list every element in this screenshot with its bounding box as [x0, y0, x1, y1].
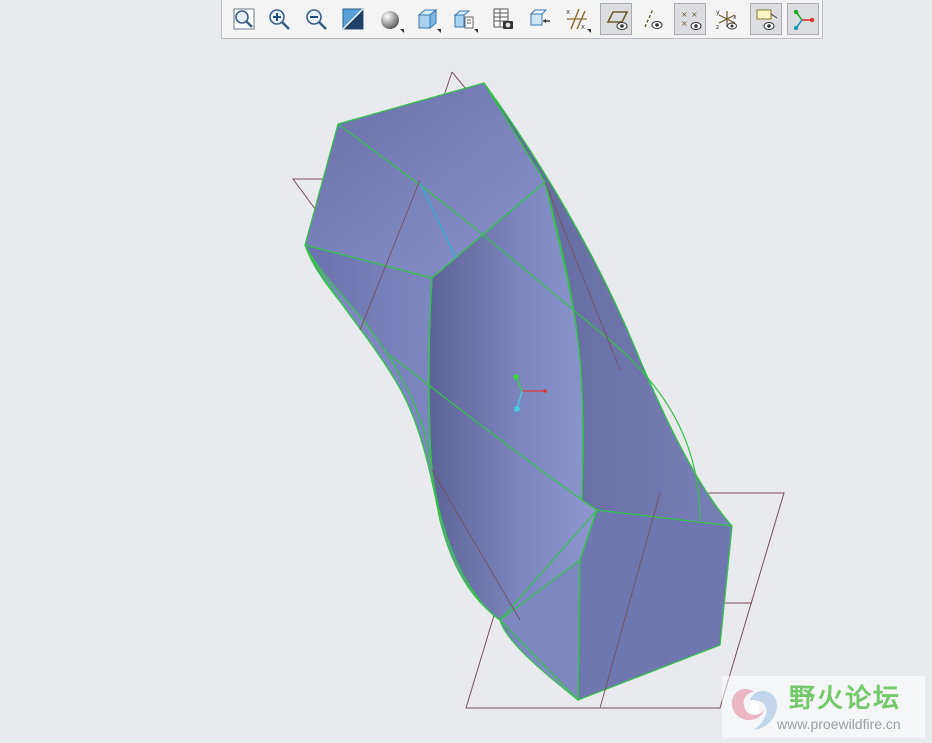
plane-display-icon: [606, 11, 629, 30]
view-toolbar: x x × × × y x z: [221, 0, 823, 39]
svg-text:×: ×: [691, 10, 698, 19]
watermark-logo-icon: [731, 688, 777, 730]
annotation-display-toggle[interactable]: [750, 3, 782, 35]
watermark-site-name: 野火论坛: [789, 684, 902, 714]
watermark-url: www.proewildfire.cn: [777, 716, 901, 732]
csys-display-toggle[interactable]: y x z: [711, 3, 743, 35]
model-viewport[interactable]: [0, 40, 932, 743]
repaint-icon: [342, 8, 364, 30]
svg-text:x: x: [733, 14, 737, 21]
spin-center-icon: [529, 9, 550, 26]
axis-display-icon: [644, 8, 663, 29]
spin-center-button[interactable]: [524, 3, 556, 35]
spin-center-display-icon: [793, 9, 815, 31]
section-icon: [493, 8, 513, 29]
section-button[interactable]: [487, 3, 519, 35]
axis-display-toggle[interactable]: [637, 3, 669, 35]
point-display-icon: × × ×: [681, 10, 702, 30]
annotation-display-icon: [756, 9, 778, 30]
saved-orientations-button[interactable]: [411, 3, 443, 35]
display-style-button[interactable]: [374, 3, 406, 35]
saved-views-icon: [417, 8, 438, 30]
zoom-in-button[interactable]: [263, 3, 295, 35]
datum-filters-icon: x x: [566, 8, 587, 31]
refit-icon: [233, 8, 255, 30]
zoom-out-icon: [306, 9, 327, 30]
repaint-button[interactable]: [337, 3, 369, 35]
datum-display-filters-button[interactable]: x x: [561, 3, 593, 35]
point-display-toggle[interactable]: × × ×: [674, 3, 706, 35]
shading-icon: [381, 11, 399, 29]
zoom-out-button[interactable]: [300, 3, 332, 35]
svg-text:x: x: [581, 23, 585, 31]
refit-button[interactable]: [228, 3, 260, 35]
solid-body[interactable]: [304, 82, 733, 701]
face-bottom[interactable]: [577, 509, 733, 701]
csys-display-icon: y x z: [716, 9, 737, 31]
spin-center-display-toggle[interactable]: [787, 3, 819, 35]
svg-text:×: ×: [681, 10, 688, 19]
svg-text:y: y: [716, 9, 720, 16]
zoom-in-icon: [269, 9, 290, 30]
svg-text:z: z: [716, 24, 719, 31]
plane-display-toggle[interactable]: [600, 3, 632, 35]
watermark: 野火论坛 www.proewildfire.cn: [722, 676, 925, 738]
svg-text:x: x: [566, 8, 570, 16]
view-manager-icon: [453, 10, 474, 29]
view-manager-button[interactable]: [448, 3, 480, 35]
svg-text:×: ×: [681, 19, 688, 28]
